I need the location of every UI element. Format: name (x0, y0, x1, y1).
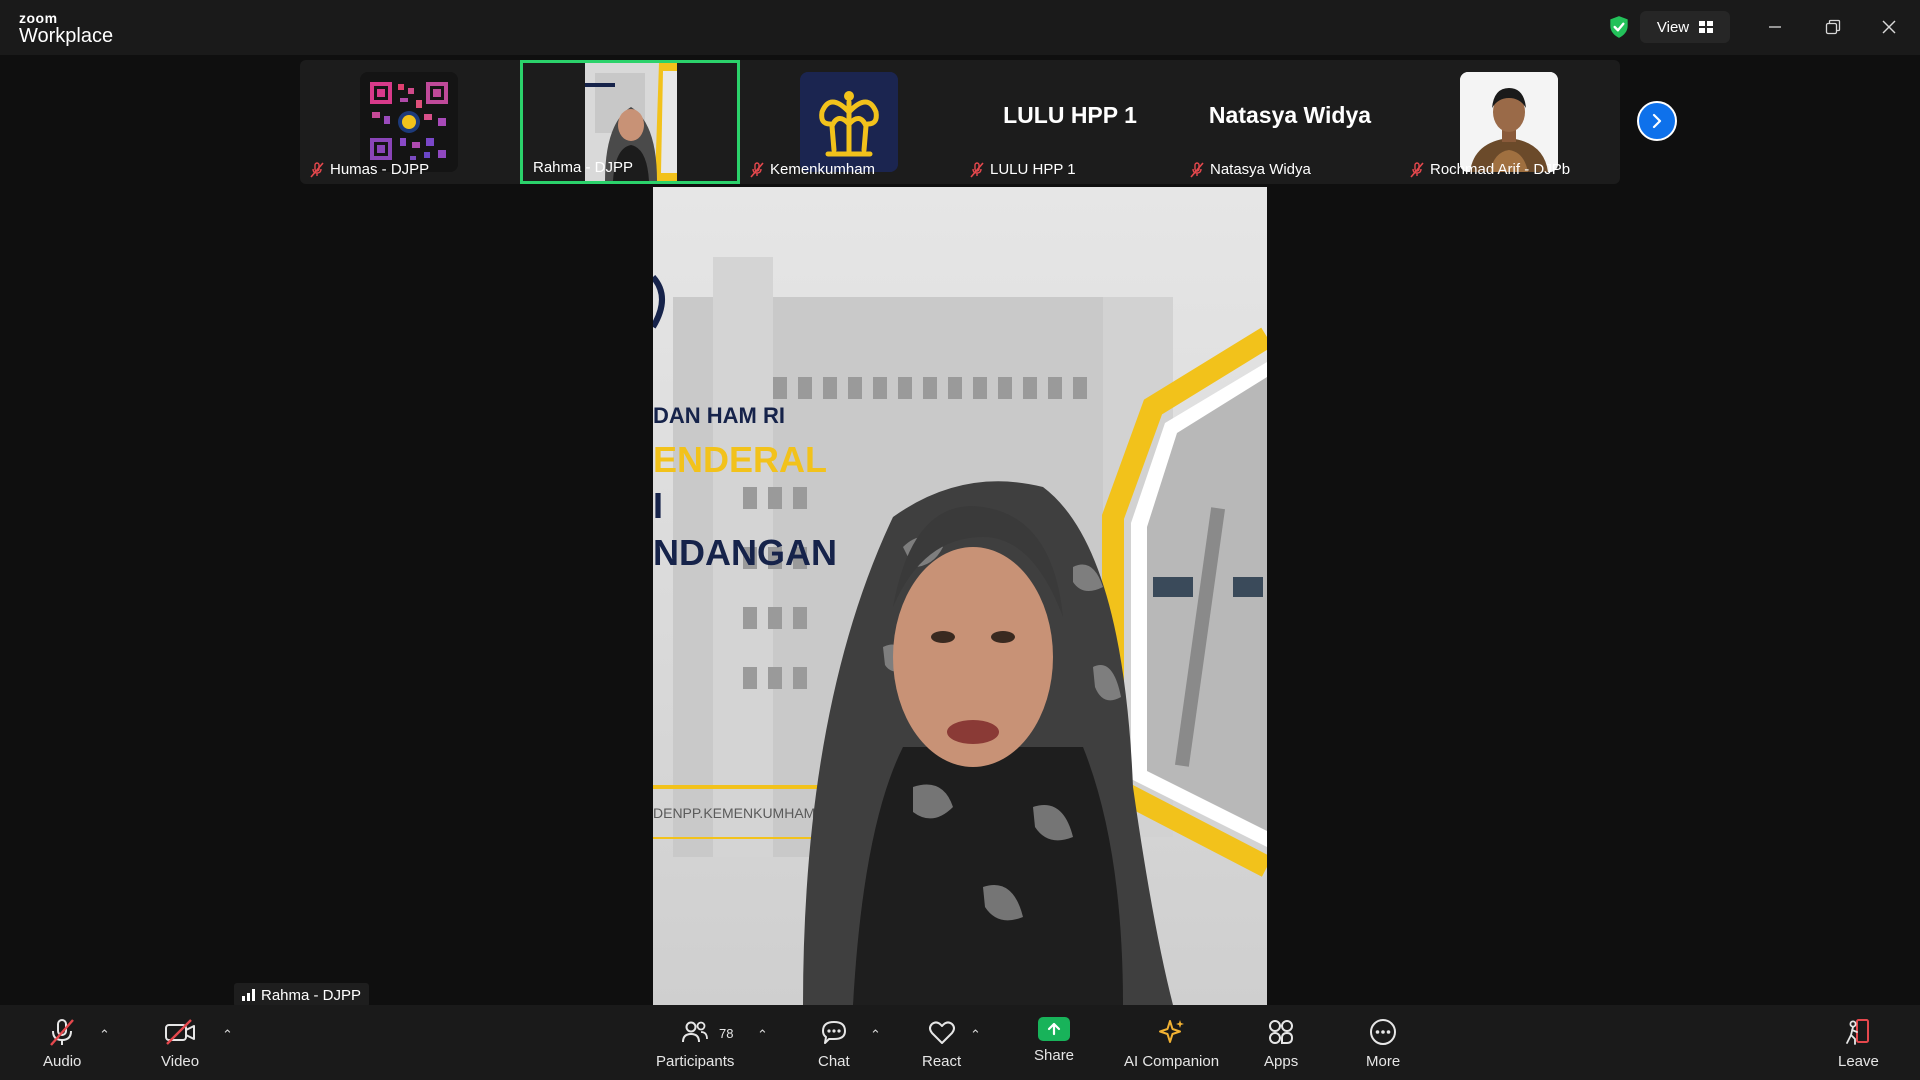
chat-icon (821, 1021, 846, 1044)
mic-muted-icon (1190, 161, 1204, 178)
restore-icon (1825, 19, 1841, 35)
leave-label: Leave (1838, 1053, 1879, 1070)
participant-display-name: LULU HPP 1 (1003, 102, 1137, 128)
logo-workplace-text: Workplace (19, 25, 114, 47)
minimize-icon (1769, 26, 1781, 28)
mic-muted-icon (750, 161, 764, 178)
qr-code-image (360, 72, 458, 172)
zoom-workplace-logo: zoom Workplace (19, 11, 113, 46)
participant-label: Natasya Widya (1210, 161, 1311, 178)
react-options-caret[interactable]: ⌃ (970, 1027, 981, 1043)
participant-name-lulu: LULU HPP 1 (970, 161, 1076, 178)
audio-button[interactable]: Audio (43, 1017, 81, 1070)
mic-muted-icon (50, 1019, 75, 1046)
participant-count: 78 (719, 1026, 734, 1041)
close-button[interactable] (1874, 12, 1904, 42)
mic-muted-icon (1410, 161, 1424, 178)
heart-react-icon (928, 1021, 955, 1044)
view-label: View (1656, 18, 1690, 36)
gallery-strip: Humas - DJPP Rahma - DJPP Kemenkumham LU… (300, 60, 1620, 184)
leave-door-icon (1846, 1019, 1870, 1045)
participant-label: Humas - DJPP (330, 161, 430, 178)
minimize-button[interactable] (1760, 12, 1790, 42)
share-screen-icon (1038, 1017, 1071, 1041)
mic-muted-icon (310, 161, 324, 178)
mic-muted-icon (970, 161, 984, 178)
apps-icon (1269, 1020, 1294, 1044)
participant-name-rochmad: Rochmad Arif - DJPb (1410, 161, 1570, 178)
participant-name-rahma: Rahma - DJPP (533, 159, 633, 176)
apps-label: Apps (1264, 1053, 1299, 1070)
participants-button[interactable]: Participants (656, 1017, 734, 1070)
chevron-right-icon (1652, 113, 1662, 129)
participant-tile-humas[interactable]: Humas - DJPP (300, 60, 520, 184)
meeting-toolbar: Audio ⌃ Video ⌃ Participants 78 ⌃ Chat ⌃ (0, 1005, 1920, 1080)
title-bar: zoom Workplace View (0, 0, 1920, 55)
participant-tile-rahma[interactable]: Rahma - DJPP (520, 60, 740, 184)
video-off-icon (165, 1019, 196, 1045)
participant-profile-photo (1460, 72, 1558, 172)
more-icon (1370, 1019, 1397, 1045)
participant-name-humas: Humas - DJPP (310, 161, 429, 178)
encryption-shield-icon[interactable] (1606, 14, 1632, 40)
participant-name-natasya: Natasya Widya (1190, 161, 1311, 178)
active-speaker-video: DAN HAM RI ENDERAL I NDANGAN DENPP.KEMEN… (653, 187, 1267, 1005)
participants-options-caret[interactable]: ⌃ (757, 1027, 768, 1043)
audio-options-caret[interactable]: ⌃ (99, 1027, 110, 1043)
view-button[interactable]: View (1640, 11, 1730, 43)
participant-tile-rochmad[interactable]: Rochmad Arif - DJPb (1400, 60, 1620, 184)
close-icon (1882, 20, 1896, 34)
chat-options-caret[interactable]: ⌃ (870, 1027, 881, 1043)
ai-sparkle-icon (1158, 1020, 1184, 1043)
ai-companion-button[interactable]: AI Companion (1124, 1017, 1219, 1070)
participant-display-name: Natasya Widya (1208, 102, 1372, 128)
participants-label: Participants (656, 1053, 735, 1070)
signal-strength-icon (242, 989, 255, 1001)
participant-tile-kemenkumham[interactable]: Kemenkumham (740, 60, 960, 184)
restore-button[interactable] (1818, 12, 1848, 42)
chat-label: Chat (818, 1053, 850, 1070)
video-label: Video (161, 1053, 200, 1070)
more-label: More (1366, 1053, 1401, 1070)
more-button[interactable]: More (1366, 1017, 1400, 1070)
speaker-name-text: Rahma - DJPP (261, 986, 362, 1004)
participant-label: Rahma - DJPP (533, 159, 634, 176)
audio-label: Audio (43, 1053, 82, 1070)
next-page-button[interactable] (1637, 101, 1677, 141)
react-button[interactable]: React (922, 1017, 961, 1070)
active-speaker-name: Rahma - DJPP (234, 983, 370, 1007)
speaker-figure (803, 481, 1173, 1005)
react-label: React (922, 1053, 962, 1070)
participant-label: Rochmad Arif - DJPb (1430, 161, 1571, 178)
participant-label: LULU HPP 1 (990, 161, 1076, 178)
participants-icon (682, 1021, 709, 1043)
share-button[interactable]: Share (1034, 1017, 1074, 1064)
share-label: Share (1034, 1047, 1075, 1064)
grid-view-icon (1699, 21, 1714, 33)
leave-button[interactable]: Leave (1838, 1017, 1879, 1070)
participant-label: Kemenkumham (770, 161, 876, 178)
participant-tile-natasya[interactable]: Natasya Widya Natasya Widya (1180, 60, 1400, 184)
chat-button[interactable]: Chat (818, 1017, 850, 1070)
kemenkumham-logo (800, 72, 898, 172)
participant-name-kemenkumham: Kemenkumham (750, 161, 875, 178)
participant-tile-lulu[interactable]: LULU HPP 1 LULU HPP 1 (960, 60, 1180, 184)
apps-button[interactable]: Apps (1264, 1017, 1298, 1070)
video-options-caret[interactable]: ⌃ (222, 1027, 233, 1043)
ai-companion-label: AI Companion (1124, 1053, 1220, 1070)
logo-zoom-text: zoom (19, 10, 58, 26)
video-button[interactable]: Video (161, 1017, 199, 1070)
